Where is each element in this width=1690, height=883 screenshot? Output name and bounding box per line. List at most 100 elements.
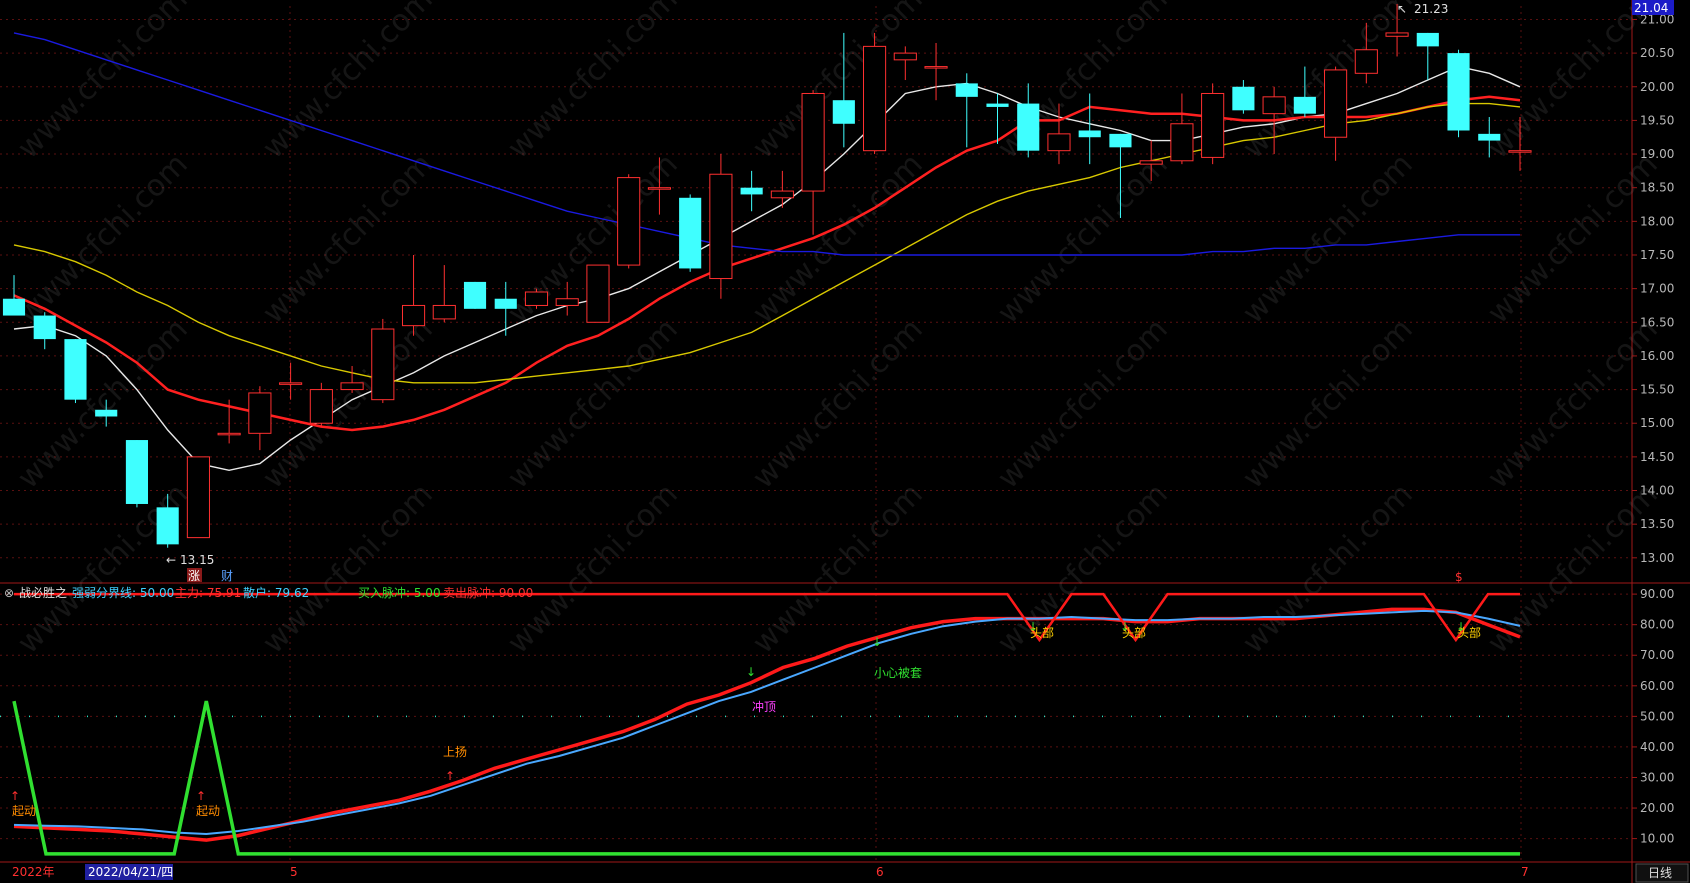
candle-body (893, 52, 917, 61)
candle-body (186, 456, 210, 539)
candle-body (95, 409, 118, 417)
candle-body (832, 100, 855, 124)
indicator-field-main: 主力: 75.91 (175, 586, 241, 600)
high-price-marker: 21.23 (1414, 2, 1448, 16)
x-axis-label-month: 6 (876, 865, 884, 879)
candle-body (1508, 150, 1532, 153)
watermark-text: www.cfchi.com (1481, 147, 1665, 331)
watermark-text: www.cfchi.com (501, 312, 685, 496)
watermark-layer: www.cfchi.com www.cfchi.com www.cfchi.com w… (11, 0, 1665, 661)
y-tick-label: 10.00 (1640, 832, 1674, 846)
y-tick-label: 14.00 (1640, 484, 1674, 498)
candle-body (1447, 53, 1470, 131)
y-tick-label: 19.00 (1640, 147, 1674, 161)
signal-arrow-icon: ↑ (445, 769, 455, 783)
candle-body (1139, 160, 1163, 165)
dollar-marker: $ (1455, 570, 1463, 584)
y-tick-label: 40.00 (1640, 740, 1674, 754)
candle-body (1262, 96, 1286, 115)
watermark-text: www.cfchi.com (746, 0, 930, 166)
candle-body (709, 173, 733, 280)
watermark-text: www.cfchi.com (11, 477, 195, 661)
indicator-field-retail: 散户: 79.62 (243, 585, 309, 600)
period-button[interactable]: 日线 (1648, 866, 1672, 880)
watermark-text: www.cfchi.com (746, 312, 930, 496)
y-tick-label: 50.00 (1640, 709, 1674, 723)
candle-body (1293, 96, 1316, 114)
candle-body (863, 45, 887, 152)
watermark-text: www.cfchi.com (1236, 147, 1420, 331)
candle-body (463, 281, 487, 309)
candle-body (125, 440, 149, 504)
signal-arrow-icon: ↓ (872, 635, 882, 649)
candle-body (1201, 92, 1225, 158)
y-tick-label: 70.00 (1640, 648, 1674, 662)
candle-body (33, 315, 56, 340)
y-tick-label: 13.50 (1640, 517, 1674, 531)
watermark-text: www.cfchi.com (256, 477, 440, 661)
watermark-text: www.cfchi.com (11, 0, 195, 166)
indicator-name[interactable]: 战必胜之 (19, 585, 67, 600)
candle-body (617, 177, 641, 266)
indicator-field-buy-pulse: 买入脉冲: 5.00 (358, 585, 441, 600)
candle-body (679, 197, 702, 269)
collapse-icon[interactable]: ⊗ (4, 586, 14, 600)
indicator-field-sell-pulse: 卖出脉冲: 90.00 (443, 585, 533, 600)
stock-chart[interactable]: www.cfchi.com www.cfchi.com www.cfchi.com w… (0, 0, 1690, 883)
y-tick-label: 80.00 (1640, 618, 1674, 632)
zhang-marker: 涨 (188, 568, 200, 583)
y-tick-label: 17.50 (1640, 248, 1674, 262)
candle-body (340, 382, 364, 391)
candle-body (432, 304, 456, 320)
x-axis-label-month: 7 (1521, 865, 1529, 879)
candle-body (1109, 133, 1132, 148)
watermark-text: www.cfchi.com (746, 477, 930, 661)
indicator-field-threshold: 强弱分界线: 50.00 (72, 586, 174, 600)
watermark-text: www.cfchi.com (991, 312, 1175, 496)
y-tick-label: 16.00 (1640, 349, 1674, 363)
candle-body (64, 339, 87, 400)
candle-body (1047, 133, 1071, 152)
signal-label: 上扬 (443, 744, 467, 759)
watermark-text: www.cfchi.com (501, 477, 685, 661)
watermark-text: www.cfchi.com (746, 147, 930, 331)
candle-body (1017, 103, 1040, 151)
candle-body (248, 392, 272, 434)
candle-body (1354, 49, 1378, 74)
candle-body (1385, 32, 1409, 37)
candle-body (924, 66, 948, 69)
y-tick-label: 90.00 (1640, 587, 1674, 601)
x-axis-label-year: 2022年 (12, 865, 55, 879)
x-axis-cursor-date: 2022/04/21/四 (88, 865, 173, 879)
signal-label: 小心被套 (874, 666, 922, 680)
candle-body (770, 190, 794, 199)
candle-body (217, 432, 241, 436)
y-tick-label: 30.00 (1640, 770, 1674, 784)
watermark-text: www.cfchi.com (11, 147, 195, 331)
candle-body (524, 291, 549, 306)
cai-marker: 财 (221, 569, 233, 583)
candle-body (156, 507, 179, 545)
candle-body (494, 298, 517, 309)
signal-label: 起动 (196, 804, 220, 818)
candle-body (1170, 123, 1194, 162)
y-tick-label: 13.00 (1640, 551, 1674, 565)
y-tick-label: 16.50 (1640, 315, 1674, 329)
y-tick-label: 15.50 (1640, 383, 1674, 397)
low-price-marker: 13.15 (180, 553, 214, 567)
signal-arrow-icon: ↑ (10, 789, 20, 803)
y-tick-label: 14.50 (1640, 450, 1674, 464)
candle-body (986, 103, 1009, 107)
arrow-icon: ↖ (1397, 2, 1407, 16)
candle-body (1078, 130, 1101, 138)
watermark-text: www.cfchi.com (256, 0, 440, 166)
candle-body (647, 187, 671, 190)
candle-body (279, 382, 303, 385)
candle-body (740, 187, 763, 195)
x-axis-label-month: 5 (290, 865, 298, 879)
y-tick-label: 20.00 (1640, 801, 1674, 815)
watermark-text: www.cfchi.com (1481, 0, 1665, 166)
signal-label: 头部 (1457, 625, 1481, 640)
signal-arrow-icon: ↑ (196, 789, 206, 803)
candle-body (555, 298, 579, 306)
